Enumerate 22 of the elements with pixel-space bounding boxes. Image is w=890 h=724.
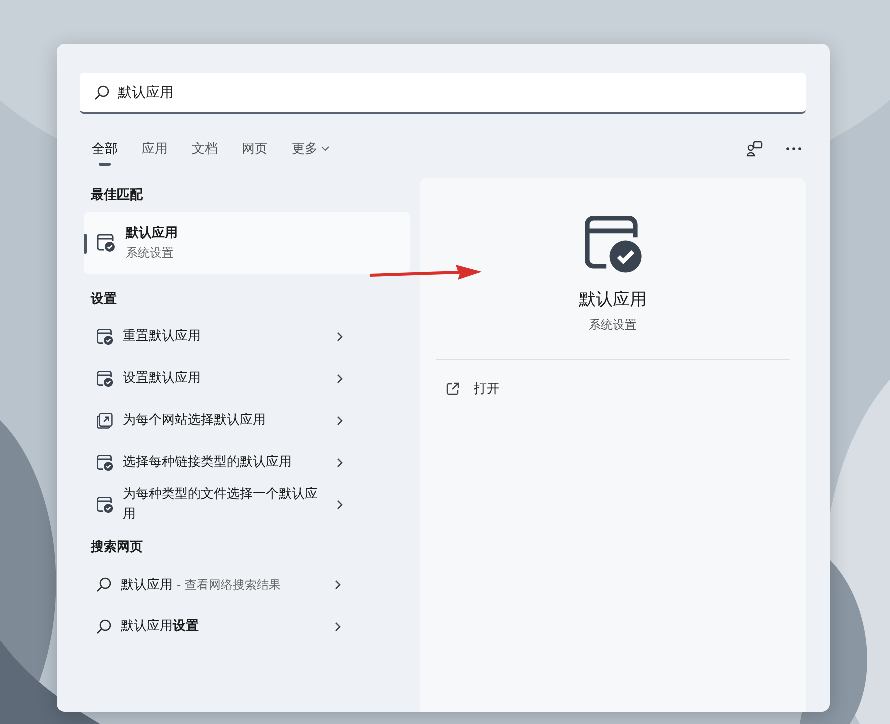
section-heading: 最佳匹配 <box>90 187 144 205</box>
filter-tab[interactable]: 全部 <box>80 140 130 166</box>
best-match-item[interactable]: 默认应用 系统设置 <box>84 212 410 274</box>
web-search-result[interactable]: 默认应用 - 查看网络搜索结果 <box>84 564 410 606</box>
detail-title: 默认应用 <box>579 289 647 311</box>
open-action[interactable]: 打开 <box>436 372 790 406</box>
settings-result[interactable]: 重置默认应用 <box>84 316 410 358</box>
search-field[interactable]: 默认应用 <box>80 73 806 114</box>
settings-result[interactable]: 为每个网站选择默认应用 <box>84 400 410 442</box>
filter-tab[interactable]: 应用 <box>130 140 180 166</box>
section-heading: 设置 <box>90 291 118 309</box>
section-heading: 搜索网页 <box>90 538 144 557</box>
settings-result[interactable]: 为每种类型的文件选择一个默认应用 <box>84 484 410 526</box>
result-title: 默认应用 <box>126 224 178 242</box>
result-subtitle: 系统设置 <box>126 245 175 262</box>
settings-result[interactable]: 设置默认应用 <box>84 358 410 400</box>
filter-tab[interactable]: 网页 <box>230 140 280 166</box>
detail-subtitle: 系统设置 <box>589 317 637 334</box>
filter-tab[interactable]: 文档 <box>180 140 230 166</box>
web-search-result[interactable]: 默认应用设置 <box>84 606 410 648</box>
filter-tab[interactable]: 更多 <box>280 140 342 166</box>
settings-result[interactable]: 选择每种链接类型的默认应用 <box>84 442 410 484</box>
